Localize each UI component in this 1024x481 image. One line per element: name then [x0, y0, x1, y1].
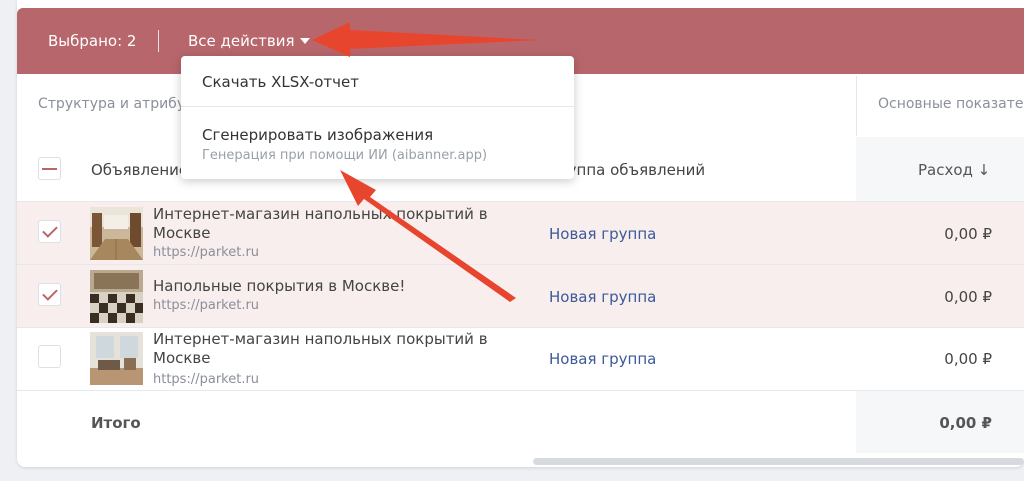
select-all-checkbox[interactable]: [38, 157, 61, 180]
ad-group-link[interactable]: Новая группа: [549, 288, 656, 306]
menu-item-label: Сгенерировать изображения: [202, 126, 434, 144]
row-divider: [17, 390, 1024, 391]
ad-title[interactable]: Интернет-магазин напольных покрытий в Мо…: [153, 330, 488, 368]
ad-group-link[interactable]: Новая группа: [549, 225, 656, 243]
caret-down-icon: [300, 38, 311, 44]
ad-url: https://parket.ru: [153, 298, 260, 313]
ad-thumbnail: [90, 270, 143, 323]
ad-thumbnail: [90, 332, 143, 385]
all-actions-label: Все действия: [188, 32, 295, 50]
horizontal-scrollbar[interactable]: [533, 458, 1024, 465]
menu-item-generate-images[interactable]: Сгенерировать изображения Генерация при …: [181, 107, 574, 179]
ad-url: https://parket.ru: [153, 372, 260, 387]
column-group-divider: [856, 76, 857, 136]
header-spend-sort[interactable]: Расход ↓: [918, 161, 990, 179]
column-group-main-metrics: Основные показатели: [878, 96, 1024, 112]
row-checkbox[interactable]: [38, 283, 61, 306]
ad-url: https://parket.ru: [153, 245, 260, 260]
ad-group-link[interactable]: Новая группа: [549, 350, 656, 368]
menu-item-download-xlsx[interactable]: Скачать XLSX-отчет: [181, 56, 574, 106]
action-bar-divider: [158, 30, 159, 52]
total-value: 0,00 ₽: [939, 414, 992, 432]
menu-item-label: Скачать XLSX-отчет: [202, 73, 359, 91]
table-row[interactable]: [17, 265, 1024, 327]
spend-value: 0,00 ₽: [944, 350, 992, 368]
column-group-structure: Структура и атрибуты: [38, 96, 205, 112]
ad-title[interactable]: Интернет-магазин напольных покрытий в Мо…: [153, 205, 488, 243]
ad-thumbnail: [90, 207, 143, 260]
selected-count: Выбрано: 2: [48, 32, 137, 50]
total-label: Итого: [91, 414, 141, 432]
spend-value: 0,00 ₽: [944, 288, 992, 306]
all-actions-button[interactable]: Все действия: [188, 32, 311, 50]
spend-value: 0,00 ₽: [944, 225, 992, 243]
ad-title[interactable]: Напольные покрытия в Москве!: [153, 277, 488, 296]
row-checkbox[interactable]: [38, 220, 61, 243]
menu-item-sublabel: Генерация при помощи ИИ (aibanner.app): [202, 148, 488, 163]
row-checkbox[interactable]: [38, 345, 61, 368]
header-ad[interactable]: Объявление: [91, 161, 188, 179]
all-actions-dropdown: Скачать XLSX-отчет Сгенерировать изображ…: [181, 56, 574, 179]
